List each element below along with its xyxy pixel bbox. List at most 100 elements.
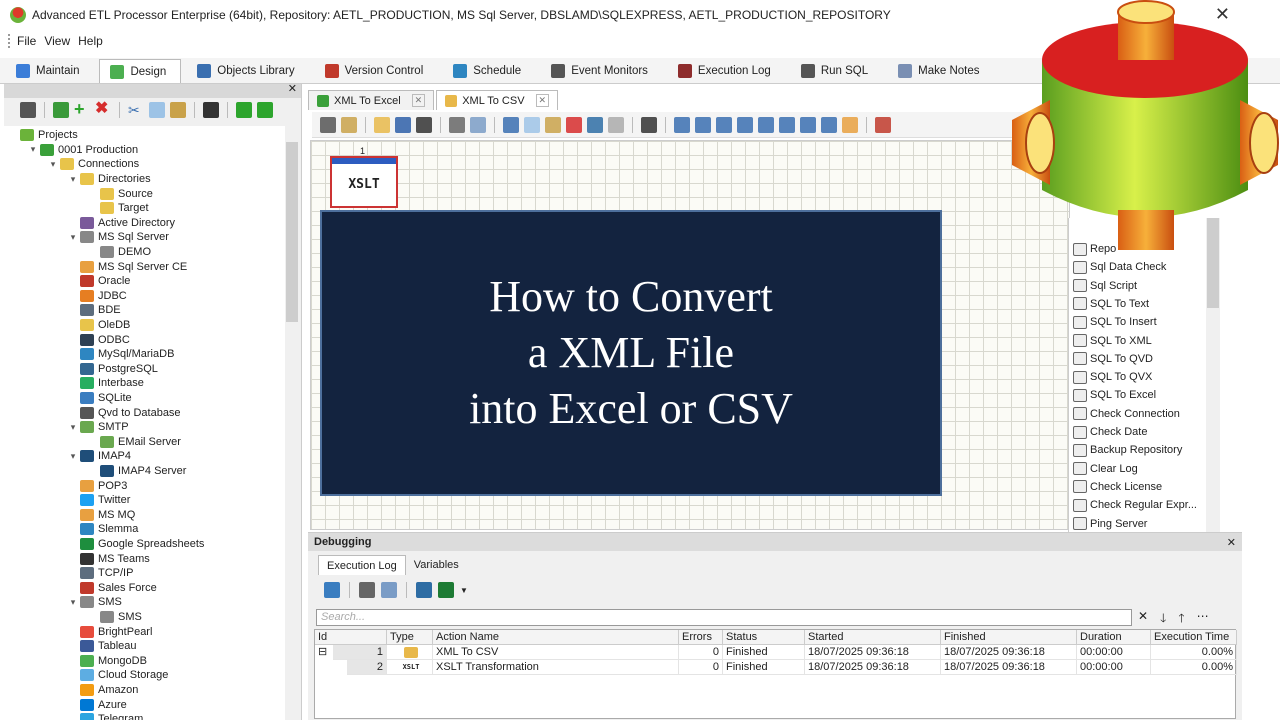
column-header[interactable]: Execution Time bbox=[1151, 630, 1237, 645]
tree-item[interactable]: BrightPearl bbox=[68, 624, 152, 639]
tree-item[interactable]: MS Teams bbox=[68, 551, 150, 566]
paste-icon[interactable] bbox=[545, 116, 561, 133]
properties-icon[interactable] bbox=[20, 102, 36, 118]
tree-item[interactable]: Source bbox=[88, 186, 153, 201]
palette-item[interactable]: SQL To QVD bbox=[1073, 350, 1153, 368]
tree-toggle[interactable]: ▾ bbox=[68, 451, 78, 462]
tree-item[interactable]: Oracle bbox=[68, 274, 130, 289]
column-header[interactable]: Started bbox=[805, 630, 941, 645]
align-middle-icon[interactable] bbox=[800, 116, 816, 133]
tree-item[interactable]: Sales Force bbox=[68, 581, 157, 596]
snap-grid-icon[interactable] bbox=[842, 116, 858, 133]
export-icon[interactable] bbox=[416, 582, 432, 598]
refresh-icon[interactable] bbox=[53, 102, 69, 118]
tree-item[interactable]: ▾ 0001 Production bbox=[28, 143, 138, 158]
palette-item[interactable]: SQL To Excel bbox=[1073, 386, 1156, 404]
distribute-v-icon[interactable] bbox=[758, 116, 774, 133]
cut-icon[interactable]: ✂ bbox=[128, 102, 144, 118]
align-top-icon[interactable] bbox=[779, 116, 795, 133]
column-header[interactable]: Finished bbox=[941, 630, 1077, 645]
tree-item[interactable]: ODBC bbox=[68, 332, 130, 347]
tab-execution-log[interactable]: Execution Log bbox=[668, 59, 785, 83]
tree-item[interactable]: MySql/MariaDB bbox=[68, 347, 174, 362]
more-options-button[interactable]: ⋯ bbox=[1197, 609, 1209, 630]
open-icon[interactable] bbox=[374, 116, 390, 133]
save-all-icon[interactable] bbox=[416, 116, 432, 133]
tree-item[interactable]: ▾ MS Sql Server bbox=[68, 230, 169, 245]
tree-panel-close-button[interactable]: ✕ bbox=[288, 82, 297, 95]
previous-match-button[interactable]: 🡑 bbox=[1178, 609, 1184, 630]
tree-item[interactable]: Target bbox=[88, 201, 149, 216]
tab-make-notes[interactable]: Make Notes bbox=[888, 59, 993, 83]
align-bottom-icon[interactable] bbox=[821, 116, 837, 133]
tree-item[interactable]: BDE bbox=[68, 303, 121, 318]
tree-item[interactable]: Twitter bbox=[68, 493, 130, 508]
tree-toggle[interactable]: ▾ bbox=[48, 159, 58, 170]
tree-toggle[interactable]: ▾ bbox=[28, 144, 38, 155]
print-preview-icon[interactable] bbox=[381, 582, 397, 598]
align-left-icon[interactable] bbox=[674, 116, 690, 133]
palette-item[interactable]: SQL To QVX bbox=[1073, 368, 1152, 386]
tree-toggle[interactable]: ▾ bbox=[68, 174, 78, 185]
column-header[interactable]: Id bbox=[315, 630, 387, 645]
print-icon[interactable] bbox=[449, 116, 465, 133]
tab-event-monitors[interactable]: Event Monitors bbox=[541, 59, 662, 83]
save-icon[interactable] bbox=[395, 116, 411, 133]
doc-tab[interactable]: XML To Excel ✕ bbox=[308, 90, 435, 110]
tree-item[interactable]: TCP/IP bbox=[68, 566, 133, 581]
tree-toggle[interactable]: ▾ bbox=[68, 232, 78, 243]
column-header[interactable]: Action Name bbox=[433, 630, 679, 645]
tree-item[interactable]: POP3 bbox=[68, 478, 127, 493]
cut-icon[interactable] bbox=[503, 116, 519, 133]
tree-item[interactable]: PostgreSQL bbox=[68, 362, 158, 377]
copy-icon[interactable] bbox=[149, 102, 165, 118]
tree-item[interactable]: Azure bbox=[68, 697, 127, 712]
tree-item[interactable]: DEMO bbox=[88, 245, 151, 260]
tree-item[interactable]: MS Sql Server CE bbox=[68, 259, 187, 274]
tree-item[interactable]: Slemma bbox=[68, 522, 138, 537]
tree-item[interactable]: MS MQ bbox=[68, 508, 135, 523]
distribute-h-icon[interactable] bbox=[737, 116, 753, 133]
debugging-close-button[interactable]: ✕ bbox=[1227, 536, 1236, 549]
delete-icon[interactable] bbox=[566, 116, 582, 133]
palette-item[interactable]: SQL To Text bbox=[1073, 295, 1149, 313]
xslt-node[interactable]: XSLT bbox=[330, 156, 398, 208]
tree-item[interactable]: Amazon bbox=[68, 683, 138, 698]
expand-all-icon[interactable] bbox=[236, 102, 252, 118]
notes-icon[interactable] bbox=[341, 116, 357, 133]
tab-version-control[interactable]: Version Control bbox=[315, 59, 438, 83]
column-header[interactable]: Type bbox=[387, 630, 433, 645]
properties-icon[interactable] bbox=[320, 116, 336, 133]
calendar-icon[interactable] bbox=[875, 116, 891, 133]
palette-item[interactable]: SQL To Insert bbox=[1073, 313, 1157, 331]
tree-item[interactable]: MongoDB bbox=[68, 654, 147, 669]
print-preview-icon[interactable] bbox=[470, 116, 486, 133]
tree-item[interactable]: Tableau bbox=[68, 639, 137, 654]
tree-item[interactable]: EMail Server bbox=[88, 435, 181, 450]
excel-icon[interactable] bbox=[438, 582, 454, 598]
paste-icon[interactable] bbox=[170, 102, 186, 118]
add-icon[interactable]: + bbox=[74, 100, 90, 118]
tree-item[interactable]: ▾ Connections bbox=[48, 157, 139, 172]
doc-tab-close-icon[interactable]: ✕ bbox=[411, 94, 426, 107]
find-icon[interactable] bbox=[641, 116, 657, 133]
tree-item[interactable]: IMAP4 Server bbox=[88, 464, 186, 479]
tree-item[interactable]: SQLite bbox=[68, 391, 132, 406]
palette-item[interactable]: Clear Log bbox=[1073, 460, 1138, 478]
doc-tab-close-icon[interactable]: ✕ bbox=[535, 94, 550, 107]
next-match-button[interactable]: 🡓 bbox=[1160, 609, 1166, 630]
copy-icon[interactable] bbox=[524, 116, 540, 133]
column-header[interactable]: Status bbox=[723, 630, 805, 645]
palette-item[interactable]: Sql Script bbox=[1073, 277, 1137, 295]
tab-run-sql[interactable]: Run SQL bbox=[791, 59, 882, 83]
log-search-input[interactable]: Search... bbox=[316, 609, 1132, 626]
palette-item[interactable]: Check Regular Expr... bbox=[1073, 496, 1197, 514]
tab-objects-library[interactable]: Objects Library bbox=[187, 59, 308, 83]
menu-view[interactable]: View bbox=[44, 34, 70, 48]
tab-schedule[interactable]: Schedule bbox=[443, 59, 535, 83]
tree-toggle[interactable]: ▾ bbox=[68, 422, 78, 433]
tree-item[interactable]: Cloud Storage bbox=[68, 668, 168, 683]
palette-item[interactable]: SQL To XML bbox=[1073, 332, 1152, 350]
menu-help[interactable]: Help bbox=[78, 34, 103, 48]
find-icon[interactable] bbox=[203, 102, 219, 118]
